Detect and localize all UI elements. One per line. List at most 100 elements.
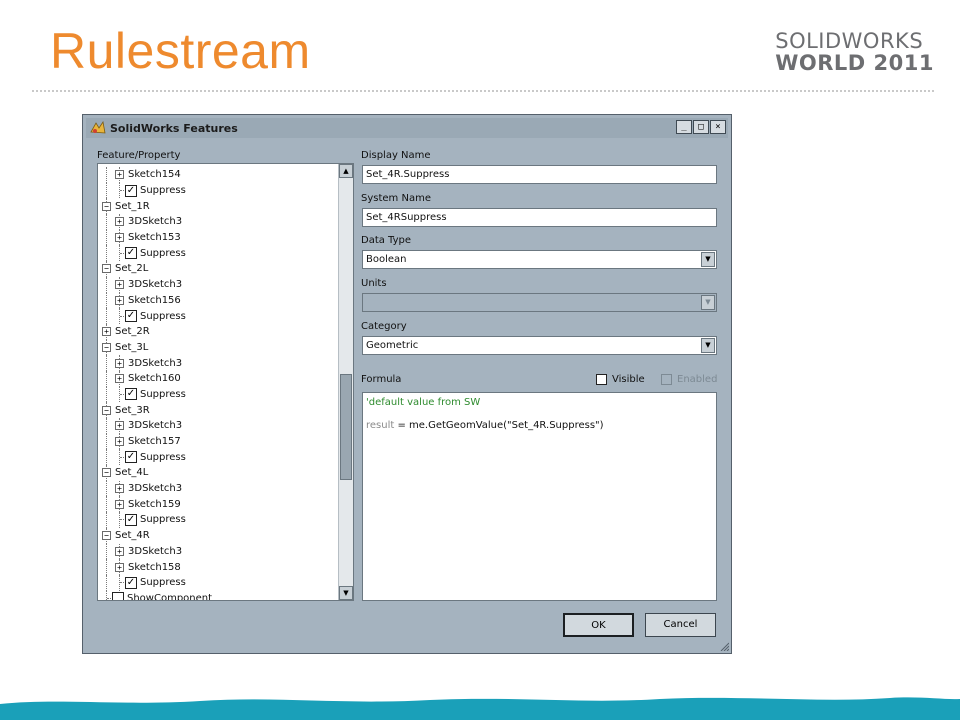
- expand-icon[interactable]: +: [115, 170, 124, 180]
- tree-item[interactable]: + Sketch156: [98, 292, 338, 309]
- collapse-icon[interactable]: −: [102, 264, 111, 274]
- data-type-value: Boolean: [366, 254, 407, 265]
- formula-editor[interactable]: 'default value from SW result = me.GetGe…: [362, 392, 717, 601]
- tree-item[interactable]: + Sketch157: [98, 433, 338, 450]
- dialog-titlebar[interactable]: SolidWorks Features _ □ ×: [86, 118, 728, 138]
- tree-item-label: 3DSketch3: [128, 279, 183, 291]
- maximize-button[interactable]: □: [693, 120, 709, 134]
- expand-icon[interactable]: +: [115, 562, 124, 572]
- checked-checkbox-icon[interactable]: ✓: [125, 576, 137, 589]
- chevron-down-icon[interactable]: ▼: [701, 252, 715, 267]
- unchecked-checkbox-icon[interactable]: [112, 592, 124, 600]
- tree-connector: [106, 433, 107, 450]
- tree-item[interactable]: ✓ Suppress: [98, 574, 338, 591]
- tree-item[interactable]: +3DSketch3: [98, 480, 338, 497]
- tree-item-label: Suppress: [140, 451, 186, 463]
- tree-item[interactable]: ✓ Suppress: [98, 245, 338, 262]
- expand-icon[interactable]: +: [115, 546, 124, 556]
- tree-item[interactable]: ✓ Suppress: [98, 386, 338, 403]
- formula-comment: 'default value from SW: [366, 397, 481, 408]
- tree-item[interactable]: + Sketch154: [98, 167, 338, 183]
- tree-item[interactable]: + Sketch159: [98, 496, 338, 513]
- feature-tree[interactable]: + Sketch154 ✓ Suppress − Set_1R +3DSketch3 + Ske…: [97, 163, 354, 601]
- visible-checkbox[interactable]: Visible: [596, 374, 645, 385]
- tree-item-label: Suppress: [140, 310, 186, 322]
- minimize-button[interactable]: _: [676, 120, 692, 134]
- checked-checkbox-icon[interactable]: ✓: [125, 310, 137, 323]
- tree-item[interactable]: +3DSketch3: [98, 214, 338, 230]
- tree-item[interactable]: ✓ Suppress: [98, 512, 338, 528]
- close-button[interactable]: ×: [710, 120, 726, 134]
- tree-item[interactable]: ✓ Suppress: [98, 308, 338, 324]
- slide-title: Rulestream: [50, 23, 311, 79]
- collapse-icon[interactable]: −: [102, 468, 111, 478]
- checked-checkbox-icon[interactable]: ✓: [125, 513, 137, 526]
- tree-item[interactable]: − Set_1R: [98, 198, 338, 215]
- tree-connector: [106, 167, 107, 183]
- tree-item[interactable]: ShowComponent: [98, 590, 338, 600]
- tree-connector: [106, 214, 107, 230]
- tree-item-label: Sketch159: [128, 498, 181, 510]
- tree-item[interactable]: ✓ Suppress: [98, 449, 338, 466]
- tree-item-label: Set_3L: [115, 341, 149, 353]
- collapse-icon[interactable]: −: [102, 342, 111, 352]
- tree-item[interactable]: +3DSketch3: [98, 355, 338, 371]
- tree-item[interactable]: +3DSketch3: [98, 418, 338, 434]
- ok-button[interactable]: OK: [563, 613, 634, 637]
- expand-icon[interactable]: +: [115, 484, 124, 494]
- expand-icon[interactable]: +: [115, 233, 124, 243]
- tree-connector: [106, 574, 107, 591]
- expand-icon[interactable]: +: [115, 295, 124, 305]
- scroll-down-arrow[interactable]: ▼: [339, 586, 353, 600]
- tree-connector: [106, 590, 107, 600]
- scroll-thumb[interactable]: [340, 374, 352, 480]
- collapse-icon[interactable]: −: [102, 405, 111, 415]
- tree-item-label: Set_3R: [115, 404, 150, 416]
- expand-icon[interactable]: +: [115, 421, 124, 431]
- expand-icon[interactable]: +: [115, 437, 124, 447]
- tree-item-label: 3DSketch3: [128, 483, 183, 495]
- scroll-up-arrow[interactable]: ▲: [339, 164, 353, 178]
- checked-checkbox-icon[interactable]: ✓: [125, 247, 137, 260]
- data-type-select[interactable]: Boolean ▼: [362, 250, 717, 269]
- tree-scrollbar[interactable]: ▲ ▼: [338, 164, 353, 600]
- display-name-input[interactable]: Set_4R.Suppress: [362, 165, 717, 184]
- tree-item[interactable]: + Set_2R: [98, 323, 338, 340]
- tree-connector: [106, 496, 107, 513]
- tree-item[interactable]: − Set_3L: [98, 339, 338, 356]
- expand-icon[interactable]: +: [102, 327, 111, 337]
- visible-checkbox-box[interactable]: [596, 374, 607, 385]
- cancel-button[interactable]: Cancel: [645, 613, 716, 637]
- chevron-down-icon[interactable]: ▼: [701, 338, 715, 353]
- tree-item[interactable]: − Set_4R: [98, 527, 338, 544]
- system-name-input[interactable]: Set_4RSuppress: [362, 208, 717, 227]
- tree-connector: [106, 418, 107, 434]
- checked-checkbox-icon[interactable]: ✓: [125, 184, 137, 197]
- collapse-icon[interactable]: −: [102, 531, 111, 541]
- units-select: ▼: [362, 293, 717, 312]
- tree-item[interactable]: + Sketch158: [98, 559, 338, 575]
- tree-item[interactable]: − Set_4L: [98, 465, 338, 481]
- tree-item[interactable]: + Sketch153: [98, 229, 338, 246]
- expand-icon[interactable]: +: [115, 499, 124, 509]
- resize-grip-icon[interactable]: [719, 641, 729, 651]
- tree-item[interactable]: − Set_2L: [98, 261, 338, 277]
- expand-icon[interactable]: +: [115, 374, 124, 384]
- solidworks-icon: [90, 121, 106, 134]
- collapse-icon[interactable]: −: [102, 201, 111, 211]
- tree-item[interactable]: + Sketch160: [98, 370, 338, 387]
- expand-icon[interactable]: +: [115, 280, 124, 290]
- category-select[interactable]: Geometric ▼: [362, 336, 717, 355]
- tree-item[interactable]: ✓ Suppress: [98, 182, 338, 199]
- checked-checkbox-icon[interactable]: ✓: [125, 451, 137, 464]
- tree-item[interactable]: − Set_3R: [98, 402, 338, 418]
- tree-item-label: 3DSketch3: [128, 216, 183, 228]
- data-type-label: Data Type: [361, 235, 412, 246]
- expand-icon[interactable]: +: [115, 217, 124, 227]
- tree-item-label: Set_1R: [115, 200, 150, 212]
- tree-connector: [106, 308, 107, 324]
- tree-item[interactable]: +3DSketch3: [98, 543, 338, 560]
- expand-icon[interactable]: +: [115, 358, 124, 368]
- tree-item[interactable]: +3DSketch3: [98, 276, 338, 293]
- checked-checkbox-icon[interactable]: ✓: [125, 388, 137, 401]
